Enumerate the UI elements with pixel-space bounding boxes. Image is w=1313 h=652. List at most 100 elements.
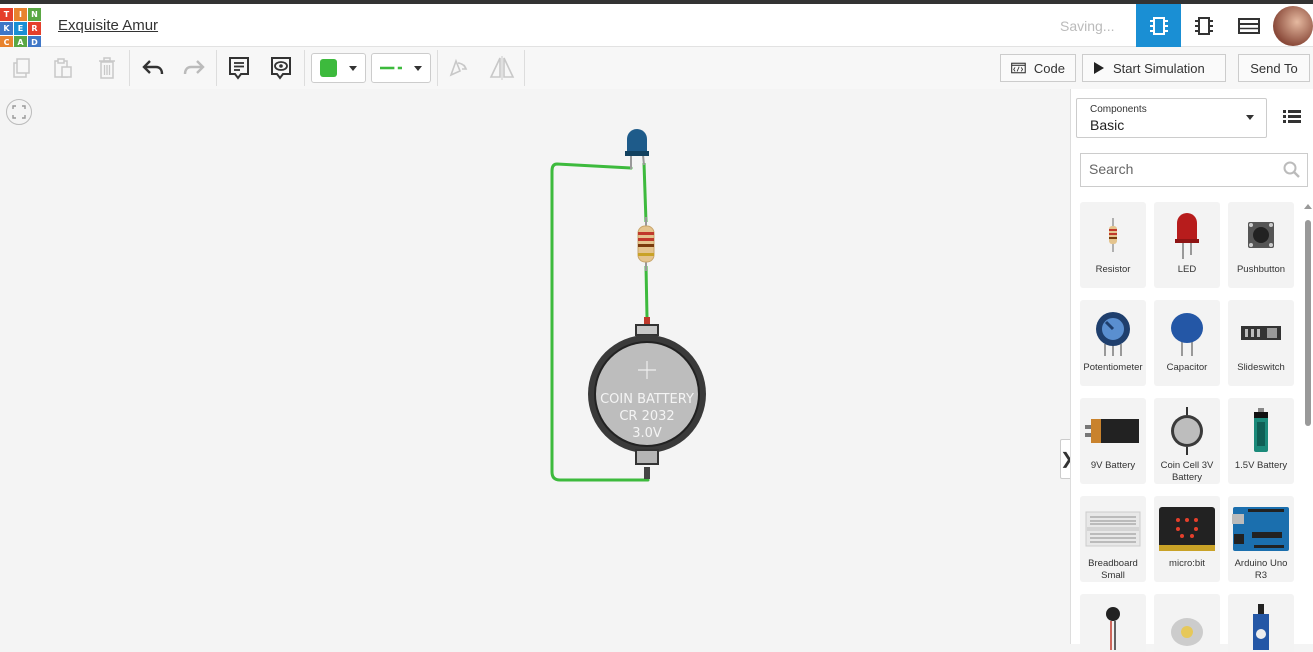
paste-button[interactable] bbox=[48, 52, 78, 84]
scrollbar-thumb[interactable] bbox=[1305, 220, 1311, 426]
design-title[interactable]: Exquisite Amur bbox=[58, 17, 158, 34]
tinkercad-logo[interactable]: TINKERCAD bbox=[0, 8, 41, 49]
toolbar-divider bbox=[437, 50, 438, 86]
component-pushbutton[interactable]: Pushbutton bbox=[1228, 202, 1294, 288]
wire[interactable] bbox=[642, 162, 648, 223]
dc-motor-icon bbox=[1171, 618, 1203, 646]
delete-button[interactable] bbox=[92, 52, 122, 84]
component-potentiometer[interactable]: Potentiometer bbox=[1080, 300, 1146, 386]
start-simulation-button[interactable]: Start Simulation bbox=[1082, 54, 1226, 82]
component-label: LED bbox=[1177, 264, 1197, 275]
vibration-motor-icon bbox=[1106, 607, 1120, 650]
toolbar-divider bbox=[129, 50, 130, 86]
send-to-label: Send To bbox=[1250, 60, 1298, 76]
workplane[interactable]: COIN BATTERY CR 2032 3.0V ❯ bbox=[0, 89, 1074, 644]
copy-icon bbox=[13, 58, 30, 78]
logo-letter: N bbox=[28, 8, 41, 21]
component-coin-cell-battery[interactable]: Coin Cell 3V Battery bbox=[1154, 398, 1220, 484]
component-resistor[interactable]: Resistor bbox=[1080, 202, 1146, 288]
slideswitch-icon bbox=[1241, 326, 1281, 340]
component-view-icon bbox=[1194, 16, 1213, 35]
redo-icon bbox=[183, 60, 205, 75]
schematic-list-button[interactable] bbox=[1226, 4, 1271, 47]
microbit-icon bbox=[1159, 507, 1215, 551]
circuit-diagram: COIN BATTERY CR 2032 3.0V bbox=[550, 129, 706, 482]
undo-button[interactable] bbox=[138, 52, 168, 84]
capacitor-icon bbox=[1171, 313, 1203, 356]
aa-battery-icon bbox=[1254, 408, 1268, 452]
flip-button[interactable] bbox=[486, 52, 518, 84]
send-to-button[interactable]: Send To bbox=[1238, 54, 1310, 82]
eye-note-icon bbox=[271, 57, 291, 80]
list-view-icon bbox=[1283, 110, 1301, 123]
flip-icon bbox=[489, 56, 515, 80]
top-bar: TINKERCAD Exquisite Amur Saving... bbox=[0, 0, 1313, 49]
logo-letter: I bbox=[14, 8, 27, 21]
led-icon bbox=[1175, 213, 1199, 259]
component-label: Resistor bbox=[1095, 264, 1131, 275]
toggle-notes-button[interactable] bbox=[266, 52, 296, 84]
component-label: Potentiometer bbox=[1083, 362, 1143, 373]
chevron-down-icon bbox=[414, 65, 422, 71]
rotate-button[interactable] bbox=[443, 52, 473, 84]
logo-letter: K bbox=[0, 22, 13, 35]
rotate-icon bbox=[449, 58, 468, 77]
components-panel: Components Basic Resistor LED Pushbutton… bbox=[1070, 89, 1313, 652]
component-label: Pushbutton bbox=[1236, 264, 1286, 275]
schematic-list-icon bbox=[1237, 17, 1260, 34]
search-input[interactable] bbox=[1081, 154, 1279, 184]
logo-letter: T bbox=[0, 8, 13, 21]
component-breadboard-small[interactable]: Breadboard Small bbox=[1080, 496, 1146, 582]
servo-icon bbox=[1253, 604, 1269, 650]
potentiometer-icon bbox=[1096, 312, 1130, 356]
battery-label-line3: 3.0V bbox=[632, 426, 662, 441]
component-vibration-motor[interactable] bbox=[1080, 594, 1146, 652]
notes-button[interactable] bbox=[224, 52, 254, 84]
wire[interactable] bbox=[644, 265, 649, 318]
coin-battery-component[interactable]: COIN BATTERY CR 2032 3.0V bbox=[588, 317, 706, 479]
copy-button[interactable] bbox=[6, 52, 36, 84]
component-led[interactable]: LED bbox=[1154, 202, 1220, 288]
component-slideswitch[interactable]: Slideswitch bbox=[1228, 300, 1294, 386]
start-simulation-label: Start Simulation bbox=[1113, 60, 1205, 76]
toolbar-divider bbox=[524, 50, 525, 86]
wire-type-dropdown[interactable] bbox=[371, 53, 431, 83]
circuit-view-button[interactable] bbox=[1136, 4, 1181, 47]
components-caption: Components bbox=[1090, 104, 1147, 115]
user-avatar[interactable] bbox=[1273, 6, 1313, 46]
circuit-view-icon bbox=[1149, 16, 1168, 35]
component-view-button[interactable] bbox=[1181, 4, 1226, 47]
wire-color-swatch bbox=[320, 59, 337, 77]
code-button[interactable]: Code bbox=[1000, 54, 1076, 82]
component-arduino-uno[interactable]: Arduino Uno R3 bbox=[1228, 496, 1294, 582]
battery-label-line1: COIN BATTERY bbox=[600, 392, 694, 407]
toolbar-divider bbox=[304, 50, 305, 86]
component-dc-motor[interactable] bbox=[1154, 594, 1220, 652]
component-grid: Resistor LED Pushbutton Potentiometer Ca… bbox=[1080, 202, 1300, 652]
led-body bbox=[627, 129, 647, 152]
pushbutton-icon bbox=[1248, 222, 1274, 248]
chevron-down-icon bbox=[349, 65, 357, 71]
component-capacitor[interactable]: Capacitor bbox=[1154, 300, 1220, 386]
resistor-icon bbox=[1109, 218, 1117, 252]
paste-icon bbox=[54, 58, 72, 78]
search-box bbox=[1080, 153, 1308, 187]
toolbar-divider bbox=[216, 50, 217, 86]
component-microbit[interactable]: micro:bit bbox=[1154, 496, 1220, 582]
component-9v-battery[interactable]: 9V Battery bbox=[1080, 398, 1146, 484]
trash-icon bbox=[99, 57, 115, 79]
arduino-icon bbox=[1232, 507, 1289, 551]
code-label: Code bbox=[1033, 60, 1065, 76]
component-1-5v-battery[interactable]: 1.5V Battery bbox=[1228, 398, 1294, 484]
color-dropdown[interactable] bbox=[311, 53, 366, 83]
list-view-button[interactable] bbox=[1283, 109, 1301, 128]
panel-scrollbar[interactable] bbox=[1303, 200, 1313, 644]
search-icon[interactable] bbox=[1283, 161, 1301, 184]
code-icon bbox=[1011, 62, 1026, 74]
resistor-component[interactable] bbox=[637, 217, 655, 271]
components-dropdown[interactable]: Components Basic bbox=[1076, 98, 1267, 138]
save-status: Saving... bbox=[1060, 18, 1115, 34]
coin-cell-icon bbox=[1171, 407, 1203, 455]
component-servo[interactable] bbox=[1228, 594, 1294, 652]
redo-button[interactable] bbox=[179, 52, 209, 84]
